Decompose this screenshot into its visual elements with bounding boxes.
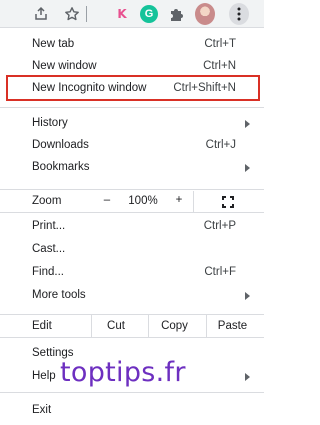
share-icon[interactable] [31,4,51,24]
menu-item-find[interactable]: Find... Ctrl+F [0,262,258,284]
menu-item-shortcut: Ctrl+Shift+N [173,82,236,94]
kebab-active-bg [229,3,249,25]
copy-label: Copy [161,320,188,332]
menu-item-cast[interactable]: Cast... [0,239,258,261]
menu-item-label: History [32,117,68,129]
copy-button[interactable]: Copy [148,315,200,337]
menu-item-label: Print... [32,220,66,232]
menu-item-label: New Incognito window [32,82,147,94]
edit-row: Edit Cut Copy Paste [0,314,264,338]
menu-item-more-tools[interactable]: More tools [0,285,258,307]
menu-item-label: New window [32,60,97,72]
toolbar-divider [86,6,87,22]
edit-label: Edit [32,320,52,332]
submenu-arrow-icon [245,120,250,128]
menu-item-label: Find... [32,266,64,278]
menu-item-label: Help [32,370,56,382]
menu-item-label: Downloads [32,139,89,151]
paste-label: Paste [217,320,248,332]
bookmark-star-icon[interactable] [62,4,82,24]
menu-item-exit[interactable]: Exit [0,400,258,422]
zoom-in-button[interactable]: + [172,194,186,206]
k-extension-icon[interactable]: K [112,4,132,24]
menu-item-label: Cast... [32,243,66,255]
menu-item-shortcut: Ctrl+T [204,38,236,50]
menu-item-new-tab[interactable]: New tab Ctrl+T [0,34,258,56]
submenu-arrow-icon [245,164,250,172]
zoom-level: 100% [128,195,158,207]
menu-item-shortcut: Ctrl+F [204,266,236,278]
zoom-out-button[interactable]: – [100,194,114,206]
profile-avatar[interactable] [195,3,215,25]
zoom-row: Zoom – 100% + [0,189,264,213]
grammarly-icon[interactable]: G [139,4,159,24]
extensions-puzzle-icon[interactable] [167,4,187,24]
menu-item-shortcut: Ctrl+J [205,139,236,151]
k-extension-letter: K [117,7,127,21]
browser-toolbar: K G [0,0,264,28]
fullscreen-icon[interactable] [222,196,234,208]
cut-label: Cut [107,320,125,332]
menu-item-bookmarks[interactable]: Bookmarks [0,157,258,179]
grammarly-badge: G [140,5,158,23]
menu-separator [0,107,264,108]
menu-item-new-incognito-window[interactable]: New Incognito window Ctrl+Shift+N [0,78,258,100]
menu-item-history[interactable]: History [0,113,258,135]
avatar-image [195,3,215,25]
menu-item-shortcut: Ctrl+N [203,60,236,72]
cut-button[interactable]: Cut [91,315,140,337]
paste-button[interactable]: Paste [206,315,258,337]
menu-item-shortcut: Ctrl+P [203,220,236,232]
watermark-text: toptips.fr [60,357,186,388]
menu-item-label: Bookmarks [32,161,90,173]
zoom-label: Zoom [32,195,62,207]
menu-item-label: New tab [32,38,75,50]
menu-kebab-icon[interactable] [229,3,249,25]
menu-item-label: Exit [32,404,52,416]
menu-item-label: More tools [32,289,86,301]
menu-item-downloads[interactable]: Downloads Ctrl+J [0,135,258,157]
menu-item-print[interactable]: Print... Ctrl+P [0,216,258,238]
zoom-divider [193,191,194,213]
submenu-arrow-icon [245,292,250,300]
menu-separator [0,392,264,393]
submenu-arrow-icon [245,373,250,381]
